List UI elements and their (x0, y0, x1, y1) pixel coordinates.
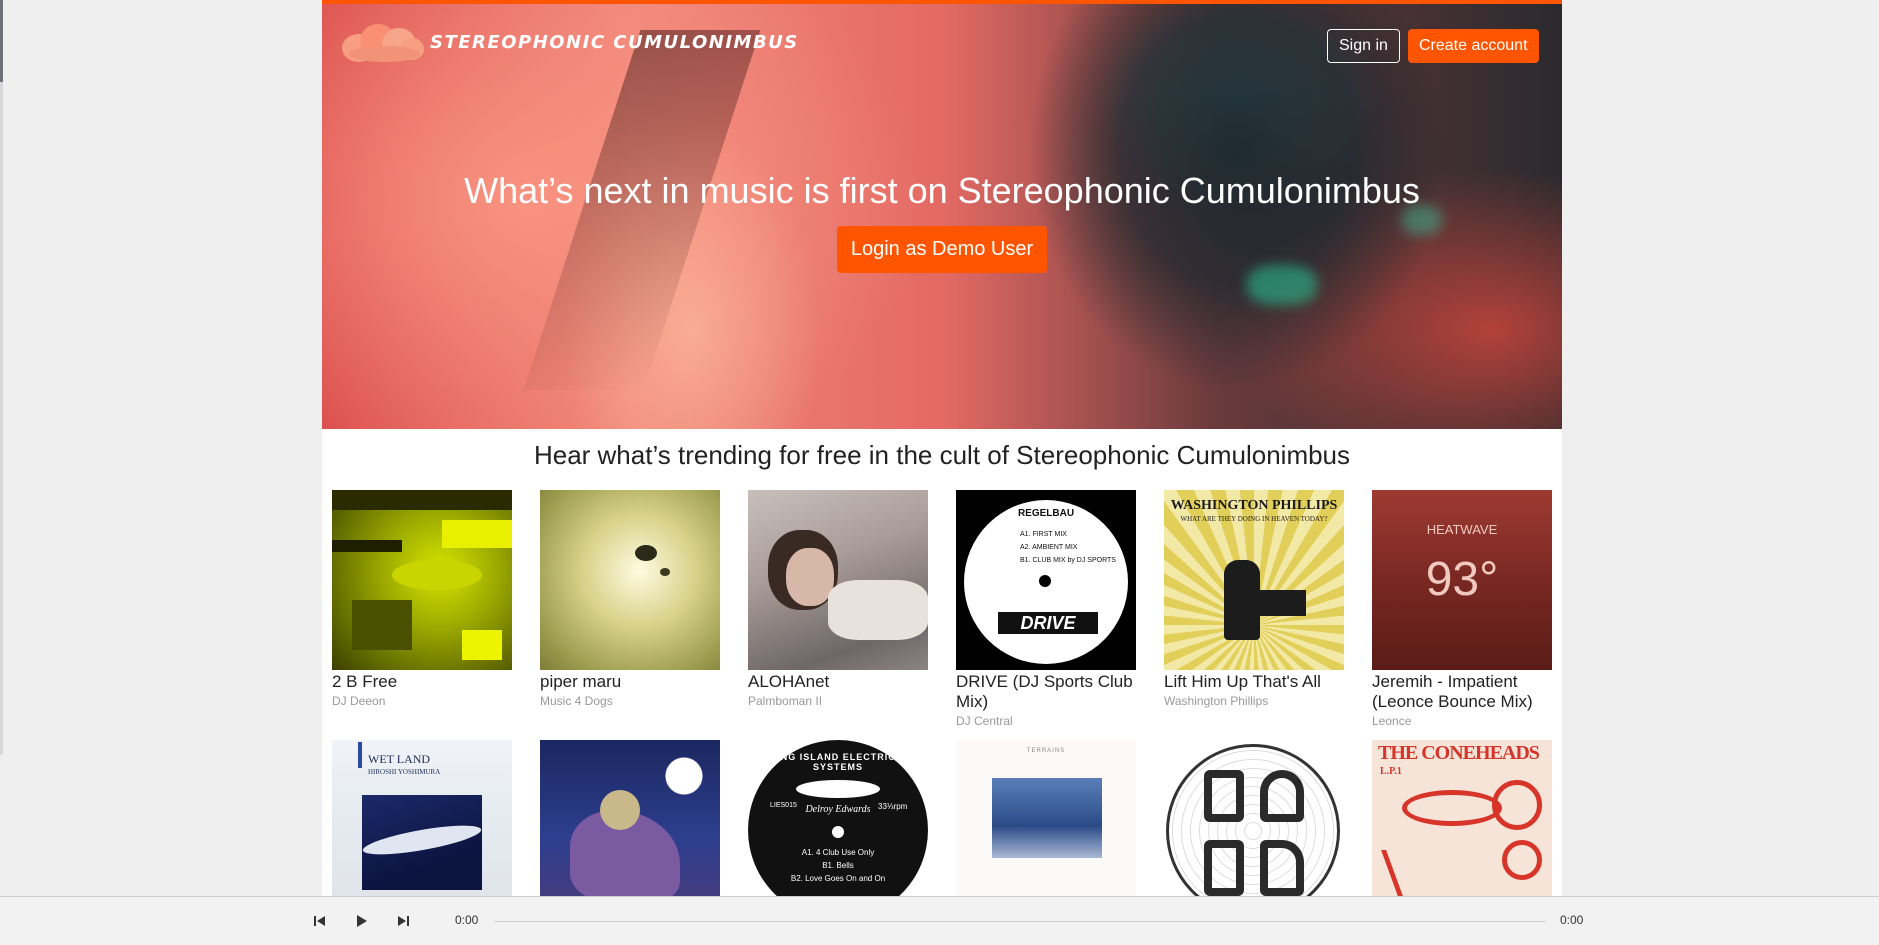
track-tile[interactable]: WASHINGTON PHILLIPS WHAT ARE THEY DOING … (1164, 490, 1344, 708)
track-artist[interactable]: Washington Phillips (1164, 694, 1344, 708)
track-tile[interactable]: REGELBAU A1. FIRST MIX A2. AMBIENT MIX B… (956, 490, 1136, 728)
track-tile[interactable] (1164, 740, 1344, 896)
track-artwork[interactable] (748, 490, 928, 670)
hero-banner: STEREOPHONIC CUMULONIMBUS Sign in Create… (322, 0, 1562, 429)
next-track-icon[interactable] (394, 912, 412, 930)
track-tile[interactable]: 2 B Free DJ Deeon (332, 490, 512, 708)
brand-name: STEREOPHONIC CUMULONIMBUS (430, 31, 799, 53)
track-artwork[interactable]: WASHINGTON PHILLIPS WHAT ARE THEY DOING … (1164, 490, 1344, 670)
track-artist[interactable]: Music 4 Dogs (540, 694, 720, 708)
artwork-label: DRIVE (998, 612, 1098, 634)
track-tile[interactable]: ALOHAnet Palmboman II (748, 490, 928, 708)
track-title[interactable]: Lift Him Up That's All (1164, 672, 1344, 692)
track-tile[interactable]: piper maru Music 4 Dogs (540, 490, 720, 708)
current-time: 0:00 (455, 913, 479, 927)
artwork-tracklist: A1. 4 Club Use Only B1. Bells B2. Love G… (790, 848, 886, 883)
sign-in-button[interactable]: Sign in (1327, 29, 1400, 63)
progress-bar[interactable] (494, 921, 1546, 922)
artwork-label: LONG ISLAND ELECTRICAL SYSTEMS (766, 752, 910, 772)
artwork-label: WASHINGTON PHILLIPS (1170, 498, 1338, 513)
hero-light (1247, 265, 1317, 305)
track-artwork[interactable] (540, 490, 720, 670)
track-artwork[interactable]: REGELBAU A1. FIRST MIX A2. AMBIENT MIX B… (956, 490, 1136, 670)
page: STEREOPHONIC CUMULONIMBUS Sign in Create… (322, 0, 1562, 896)
track-artist[interactable]: DJ Deeon (332, 694, 512, 708)
track-artwork[interactable]: WET LAND HIROSHI YOSHIMURA (332, 740, 512, 896)
track-tile[interactable]: WET LAND HIROSHI YOSHIMURA (332, 740, 512, 896)
play-icon[interactable] (352, 912, 370, 930)
artwork-speed: 33⅓rpm (878, 802, 908, 811)
track-artwork[interactable] (540, 740, 720, 896)
artwork-temperature: 93° (1425, 553, 1499, 606)
artwork-label: THE CONEHEADS (1378, 742, 1540, 764)
previous-track-icon[interactable] (311, 912, 329, 930)
logo[interactable]: STEREOPHONIC CUMULONIMBUS (342, 20, 799, 64)
track-tile[interactable]: THE CONEHEADS L.P.1 (1372, 740, 1552, 896)
track-title[interactable]: Jeremih - Impatient (Leonce Bounce Mix) (1372, 672, 1552, 712)
audio-player: 0:00 0:00 (0, 896, 1879, 945)
track-tile[interactable]: TERRAINS (956, 740, 1136, 896)
artwork-sublabel: HIROSHI YOSHIMURA (368, 768, 441, 776)
vinyl-record (1166, 744, 1340, 896)
hero-headline: What’s next in music is first on Stereop… (464, 170, 1420, 211)
demo-login-button[interactable]: Login as Demo User (837, 226, 1047, 273)
trending-title: Hear what’s trending for free in the cul… (533, 440, 1351, 470)
track-artwork[interactable] (332, 490, 512, 670)
track-artwork[interactable]: HEATWAVE 93° (1372, 490, 1552, 670)
track-title[interactable]: 2 B Free (332, 672, 512, 692)
artwork-label: HEATWAVE (1426, 522, 1498, 537)
artwork-panel (992, 778, 1102, 858)
cloud-logo-icon (342, 20, 424, 64)
track-artwork[interactable]: THE CONEHEADS L.P.1 (1372, 740, 1552, 896)
track-artist[interactable]: DJ Central (956, 714, 1136, 728)
track-tile[interactable] (540, 740, 720, 896)
artwork-label: TERRAINS (1026, 748, 1066, 754)
track-artwork[interactable]: LONG ISLAND ELECTRICAL SYSTEMS Delroy Ed… (748, 740, 928, 896)
track-artwork[interactable]: TERRAINS (956, 740, 1136, 896)
track-artwork[interactable] (1164, 740, 1344, 896)
left-edge (0, 0, 3, 755)
artwork-label: WET LAND (368, 752, 431, 766)
track-artist[interactable]: Leonce (1372, 714, 1552, 728)
left-edge-top (0, 0, 3, 82)
track-title[interactable]: piper maru (540, 672, 720, 692)
hero-accent-bar (322, 0, 1562, 4)
artwork-tracklist: A1. FIRST MIX A2. AMBIENT MIX B1. CLUB M… (1020, 531, 1116, 564)
artwork-sublabel: L.P.1 (1380, 766, 1402, 777)
track-tile[interactable]: HEATWAVE 93° Jeremih - Impatient (Leonce… (1372, 490, 1552, 728)
artwork-catalog: LIES015 (770, 802, 797, 809)
track-artist[interactable]: Palmboman II (748, 694, 928, 708)
artwork-sublabel: WHAT ARE THEY DOING IN HEAVEN TODAY? (1180, 515, 1328, 523)
track-title[interactable]: DRIVE (DJ Sports Club Mix) (956, 672, 1136, 712)
artwork-label: REGELBAU (1017, 508, 1075, 519)
track-tile[interactable]: LONG ISLAND ELECTRICAL SYSTEMS Delroy Ed… (748, 740, 928, 896)
create-account-button[interactable]: Create account (1408, 29, 1539, 63)
track-title[interactable]: ALOHAnet (748, 672, 928, 692)
duration: 0:00 (1560, 913, 1584, 927)
